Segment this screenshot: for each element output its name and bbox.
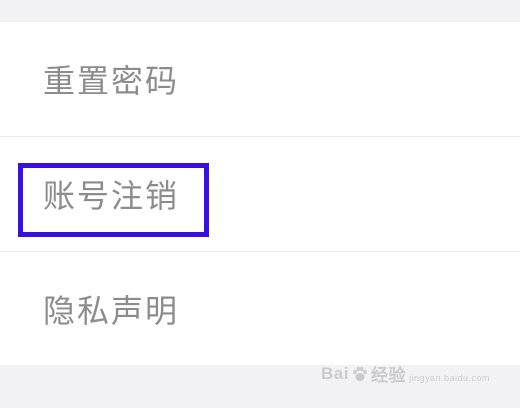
paw-icon xyxy=(351,365,369,383)
watermark-subtext: jingyan.baidu.com xyxy=(408,372,490,383)
menu-item-label: 账号注销 xyxy=(43,177,180,215)
top-spacer xyxy=(0,0,520,22)
menu-item-account-cancellation[interactable]: 账号注销 xyxy=(0,137,520,251)
watermark-text-right: 经验 xyxy=(370,366,406,385)
watermark-text-left: Bai xyxy=(320,363,349,383)
menu-item-privacy-statement[interactable]: 隐私声明 xyxy=(0,252,520,366)
menu-item-label: 隐私声明 xyxy=(43,292,180,330)
menu-item-label: 重置密码 xyxy=(43,62,180,100)
baidu-jingyan-watermark: Bai 经验 jingyan.baidu.com xyxy=(321,361,490,386)
settings-menu-list: 重置密码 账号注销 隐私声明 xyxy=(0,22,520,366)
menu-item-reset-password[interactable]: 重置密码 xyxy=(0,22,520,136)
